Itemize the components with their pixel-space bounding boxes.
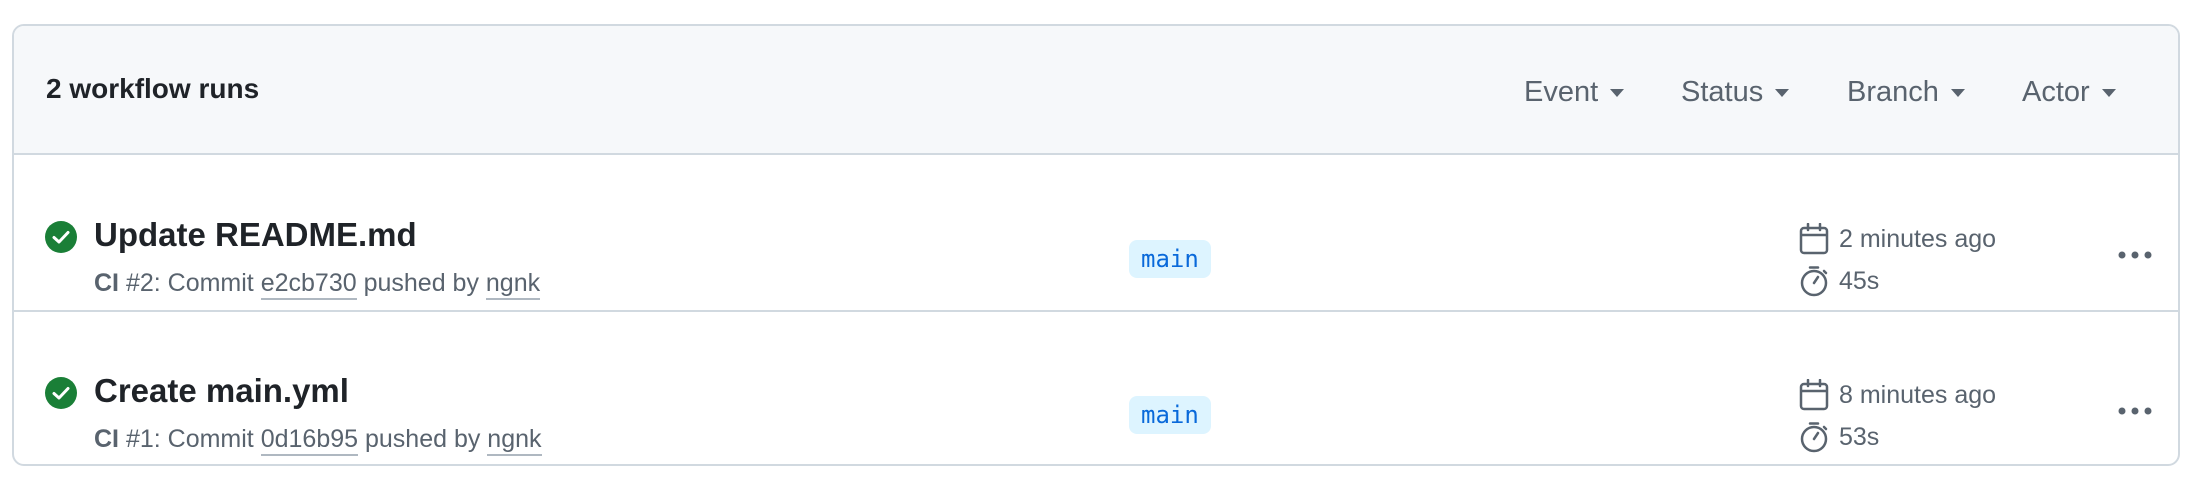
filter-status-label: Status [1681,75,1764,108]
filter-branch-label: Branch [1847,75,1939,108]
filter-event-label: Event [1524,75,1599,108]
workflow-name: CI [94,269,119,297]
run-duration: 45s [1799,265,1879,297]
filter-status[interactable]: Status [1681,72,1790,112]
workflow-run-row[interactable]: Create main.yml CI #1: Commit 0d16b95 pu… [14,312,2178,464]
run-title[interactable]: Create main.yml [94,372,349,410]
duration-text: 45s [1839,266,1880,295]
started-text: 2 minutes ago [1839,224,1997,253]
runs-header: 2 workflow runs Event Status Branch Acto… [14,26,2178,155]
stopwatch-icon [1800,266,1828,297]
filter-event[interactable]: Event [1524,72,1625,112]
more-options-button[interactable] [2110,237,2160,273]
run-title[interactable]: Update README.md [94,216,417,254]
run-started: 2 minutes ago [1799,223,1996,255]
workflow-runs-box: 2 workflow runs Event Status Branch Acto… [12,24,2180,466]
workflow-name: CI [94,425,119,453]
kebab-horizontal-icon [2118,407,2152,415]
workflow-run-row[interactable]: Update README.md CI #2: Commit e2cb730 p… [14,155,2178,310]
actor-link[interactable]: ngnk [487,425,542,456]
run-meta: CI #2: Commit e2cb730 pushed by ngnk [94,269,541,300]
triangle-down-icon [1775,89,1790,97]
commit-link[interactable]: 0d16b95 [260,425,359,456]
stopwatch-icon [1800,422,1828,453]
more-options-button[interactable] [2110,393,2160,429]
commit-link[interactable]: e2cb730 [260,269,357,300]
duration-text: 53s [1839,422,1880,451]
run-number: #2: Commit [119,269,261,297]
kebab-horizontal-icon [2118,251,2152,259]
check-circle-fill-icon [45,377,77,409]
calendar-icon [1799,379,1829,411]
filter-branch[interactable]: Branch [1847,72,1965,112]
check-circle-fill-icon [45,221,77,253]
run-duration: 53s [1799,421,1879,453]
triangle-down-icon [2101,89,2116,97]
branch-label[interactable]: main [1129,396,1211,434]
run-meta: CI #1: Commit 0d16b95 pushed by ngnk [94,425,542,456]
filter-actor[interactable]: Actor [2022,72,2116,112]
calendar-icon [1799,223,1829,255]
started-text: 8 minutes ago [1839,380,1997,409]
run-started: 8 minutes ago [1799,379,1996,411]
triangle-down-icon [1950,89,1965,97]
branch-label[interactable]: main [1129,240,1211,278]
filter-actor-label: Actor [2022,75,2090,108]
triangle-down-icon [1610,89,1625,97]
actor-link[interactable]: ngnk [485,269,541,300]
pushed-by-text: pushed by [356,269,486,297]
pushed-by-text: pushed by [358,425,488,453]
run-number: #1: Commit [119,425,261,453]
filter-bar: Event Status Branch Actor [14,26,2178,155]
